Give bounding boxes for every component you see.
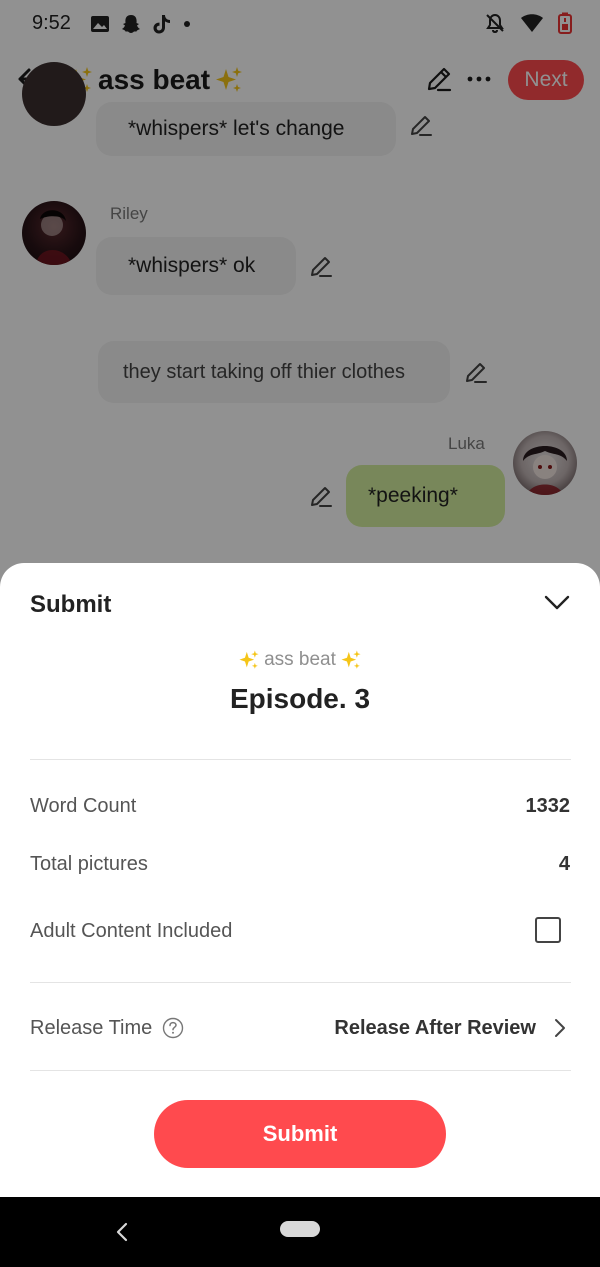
release-time-label: Release Time	[30, 1017, 153, 1039]
chevron-right-icon[interactable]	[552, 1017, 568, 1039]
nav-back-icon[interactable]	[112, 1219, 132, 1245]
story-name-text: ass beat	[264, 649, 336, 670]
sparkles-icon	[239, 650, 259, 669]
submit-button[interactable]: Submit	[154, 1100, 446, 1168]
sparkles-icon	[341, 650, 361, 669]
sheet-title: Submit	[30, 591, 112, 618]
system-nav-bar	[0, 1197, 600, 1267]
total-pictures-label: Total pictures	[30, 853, 148, 875]
app-screen: 9:52 ass beat Next *whispers* let's chan…	[0, 0, 600, 1197]
word-count-value: 1332	[525, 795, 571, 817]
help-question-icon[interactable]	[162, 1017, 184, 1039]
adult-content-label: Adult Content Included	[30, 920, 233, 942]
word-count-label: Word Count	[30, 795, 137, 817]
release-time-value[interactable]: Release After Review	[334, 1017, 536, 1040]
story-name: ass beat	[0, 649, 600, 671]
submit-sheet: Submit ass beat Episode. 3 Word Count 13…	[0, 563, 600, 1197]
divider	[30, 982, 571, 983]
episode-title: Episode. 3	[229, 683, 371, 714]
total-pictures-value: 4	[558, 853, 570, 875]
chevron-down-icon[interactable]	[540, 585, 574, 619]
adult-content-checkbox[interactable]	[535, 917, 561, 943]
nav-home-pill[interactable]	[280, 1221, 320, 1237]
divider	[30, 759, 571, 760]
divider	[30, 1070, 571, 1071]
